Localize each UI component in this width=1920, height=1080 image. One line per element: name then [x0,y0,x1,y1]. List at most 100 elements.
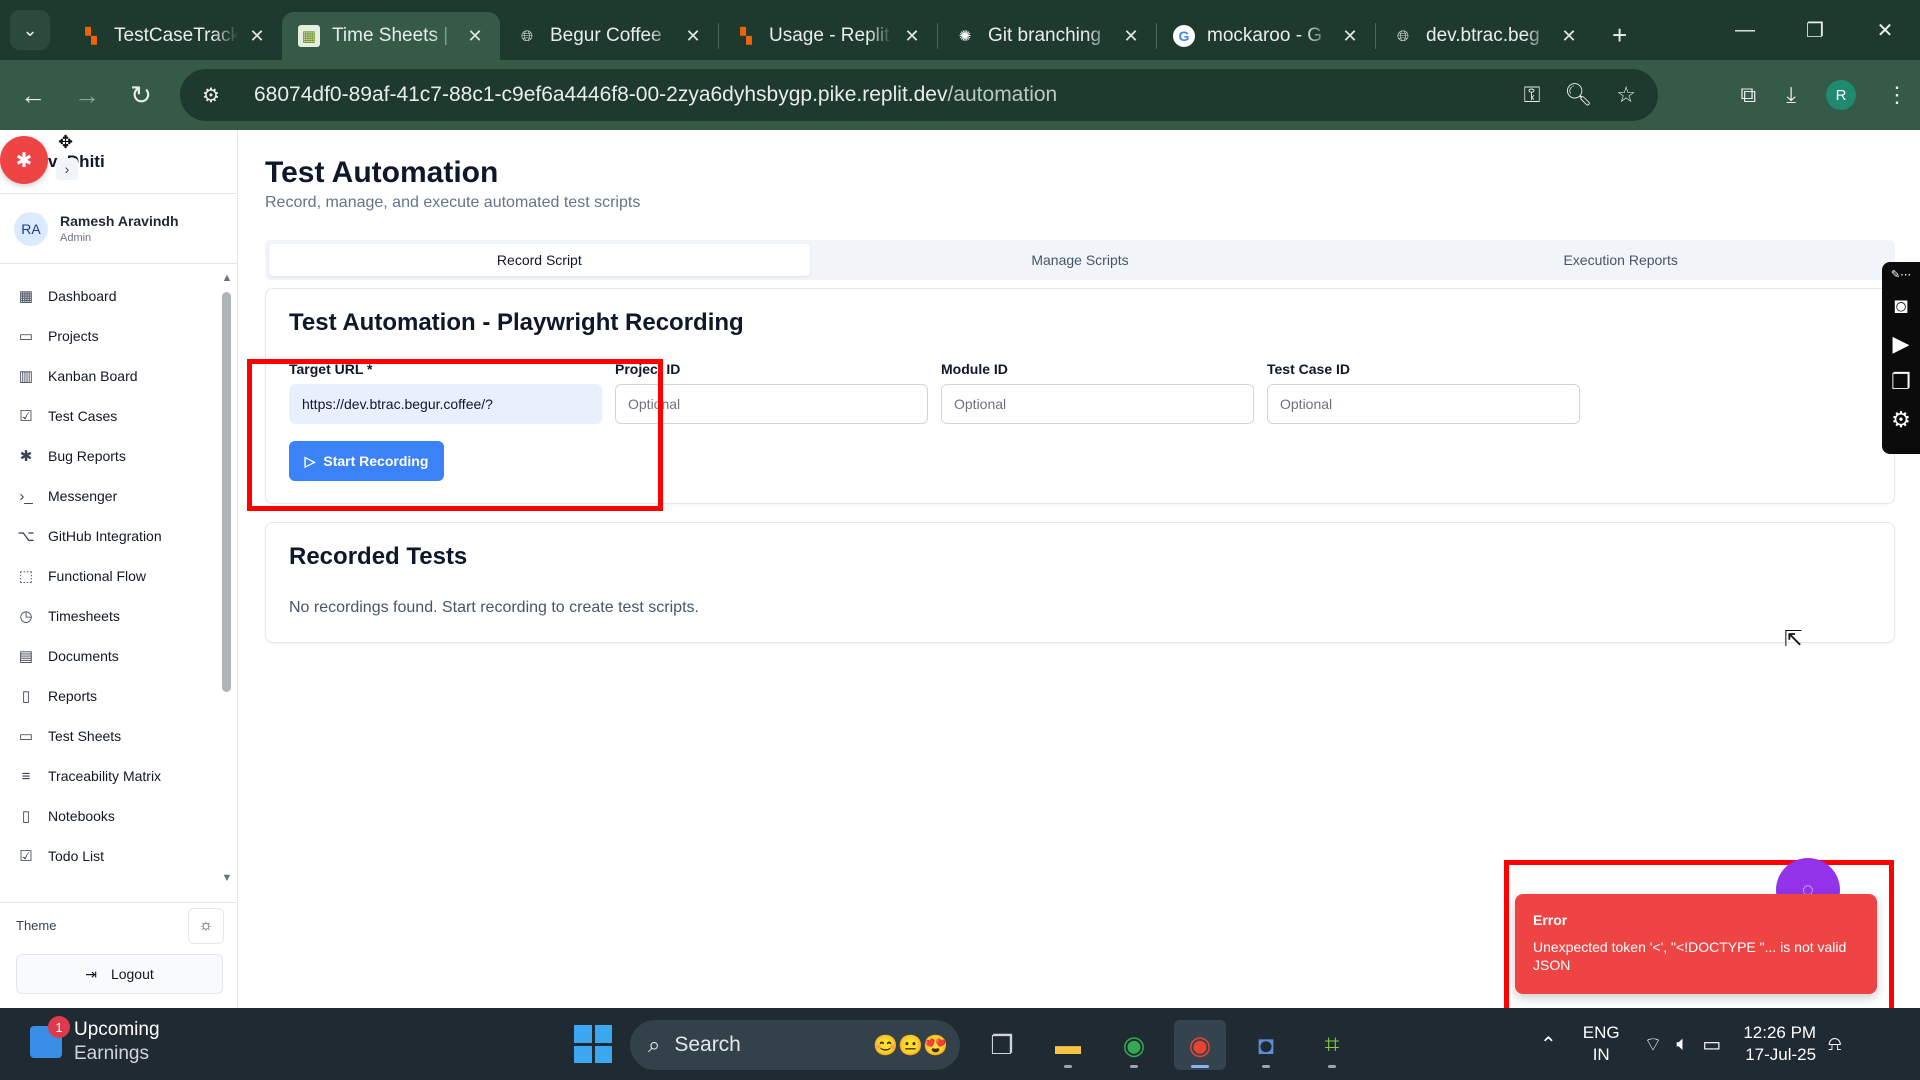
chevron-up-icon[interactable]: ⌃ [1540,1032,1557,1057]
password-key-icon[interactable]: ⚿ [1524,82,1541,108]
new-tab-icon[interactable]: + [1612,20,1627,51]
profile-avatar[interactable]: R [1826,80,1856,110]
sidebar-item-label: Messenger [48,488,118,504]
annotation-highlight-box [247,359,663,511]
browser-tab[interactable]: 🌐︎ dev.btrac.beg ✕ [1376,12,1594,60]
snipping-tool-icon[interactable]: ⌗ [1306,1020,1358,1070]
sidebar-item-label: Dashboard [48,288,117,304]
logout-button[interactable]: ⇥ Logout [16,954,223,994]
sidebar-item-test-sheets[interactable]: ▭ Test Sheets [0,716,220,756]
close-tab-icon[interactable]: ✕ [464,26,486,47]
file-explorer-icon[interactable]: ▬ [1042,1020,1094,1070]
user-profile[interactable]: RA Ramesh Aravindh Admin [0,194,237,264]
close-tab-icon[interactable]: ✕ [246,26,268,47]
stocks-icon: 1 [30,1016,70,1058]
clock[interactable]: 12:26 PM 17-Jul-25 [1743,1022,1816,1066]
chevron-right-icon[interactable]: › [56,158,78,180]
tab-manage-scripts[interactable]: Manage Scripts [810,244,1351,276]
taskbar-search[interactable]: ⌕ Search 😊😐😍 [630,1020,960,1070]
site-settings-icon[interactable]: ⚙︎ [202,83,236,108]
download-icon[interactable]: ⤓ [1786,82,1796,108]
close-tab-icon[interactable]: ✕ [901,26,923,47]
camera-icon[interactable]: ◙ [1894,293,1907,319]
sidebar-item-reports[interactable]: ▯ Reports [0,676,220,716]
sidebar-item-github-integration[interactable]: ⌥ GitHub Integration [0,516,220,556]
sidebar-item-test-cases[interactable]: ☑ Test Cases [0,396,220,436]
more-menu-icon[interactable]: ⋮ [1886,82,1908,108]
sidebar-item-kanban-board[interactable]: ▥ Kanban Board [0,356,220,396]
sidebar-item-bug-reports[interactable]: ✱ Bug Reports [0,436,220,476]
bookmark-star-icon[interactable]: ☆ [1616,82,1636,108]
scroll-down-icon[interactable]: ▼ [220,872,234,884]
address-bar[interactable]: ⚙︎ 68074df0-89af-41c7-88c1-c9ef6a4446f8-… [180,69,1658,121]
sun-icon[interactable]: ☼ [188,907,224,944]
browser-tab[interactable]: ✺ Git branching ✕ [938,12,1156,60]
bug-icon: ✱ [19,448,33,465]
sidebar-item-todo-list[interactable]: ☑ Todo List [0,836,220,872]
forward-icon[interactable]: → [60,68,114,122]
sidebar-scrollbar[interactable]: ▲ ▼ [220,272,234,884]
wifi-icon[interactable]: ⌔ [1644,1032,1663,1057]
toast-message: Unexpected token '<', "<!DOCTYPE "... is… [1533,939,1847,973]
sidebar-item-timesheets[interactable]: ◷ Timesheets [0,596,220,636]
flow-icon: ⬚ [18,568,34,585]
bug-reporter-icon[interactable]: ✱ [0,136,48,184]
browser-tab[interactable]: ▚ TestCaseTrack ✕ [64,12,282,60]
notifications-icon[interactable]: ⍾ [1828,1033,1841,1056]
tab-title: dev.btrac.beg [1426,25,1540,46]
openai-icon: ✺ [958,28,972,45]
weather-widget[interactable]: 1 Upcoming Earnings [30,1016,160,1066]
zoom-icon[interactable]: 🔍︎ [1564,82,1592,108]
browser-tab[interactable]: 🌐︎ Begur Coffee ✕ [500,12,718,60]
sidebar: vaDhiti ✱ ✥ › RA Ramesh Aravindh Admin ▦… [0,130,238,1008]
gear-icon[interactable]: ⚙ [1891,407,1911,433]
search-label: Search [674,1033,741,1056]
sidebar-item-projects[interactable]: ▭ Projects [0,316,220,356]
page-subtitle: Record, manage, and execute automated te… [265,194,641,211]
tab-execution-reports[interactable]: Execution Reports [1350,244,1891,276]
volume-icon[interactable]: 🔈︎ [1676,1033,1688,1056]
omnibox-actions: ⚿ 🔍︎ ☆ [1524,69,1636,121]
sidebar-item-functional-flow[interactable]: ⬚ Functional Flow [0,556,220,596]
back-icon[interactable]: ← [6,68,60,122]
windows-start-icon[interactable] [574,1025,612,1063]
browser-tab-active[interactable]: ▦ Time Sheets | ✕ [282,12,500,60]
battery-icon[interactable]: ▭ [1702,1032,1721,1057]
tab-record-script[interactable]: Record Script [269,244,810,276]
sidebar-item-traceability-matrix[interactable]: ≡ Traceability Matrix [0,756,220,796]
browser-tab[interactable]: G mockaroo - G ✕ [1157,12,1375,60]
sidebar-item-messenger[interactable]: ›_ Messenger [0,476,220,516]
chrome-profile-icon[interactable]: ◉ [1108,1020,1160,1070]
reload-icon[interactable]: ↻ [114,68,168,122]
video-icon[interactable]: ▶ [1893,331,1910,357]
browser-tab[interactable]: ▚ Usage - Replit ✕ [719,12,937,60]
close-window-icon[interactable]: ✕ [1850,0,1920,60]
avatar: RA [14,211,48,246]
close-tab-icon[interactable]: ✕ [682,26,704,47]
sidebar-item-documents[interactable]: ▤ Documents [0,636,220,676]
app-window-icon[interactable]: ◘ [1240,1020,1292,1070]
mouse-cursor-icon: ⇱ [1784,626,1803,651]
scroll-thumb[interactable] [222,292,231,692]
restore-icon[interactable]: ❐ [1780,0,1850,60]
window-icon[interactable]: ❐ [1891,369,1911,395]
pin-icon[interactable]: ✎⋯ [1891,268,1911,281]
lang-top: ENG [1582,1023,1620,1042]
extensions-icon[interactable]: ⧉ [1741,82,1757,108]
module-id-input[interactable] [941,384,1254,424]
sidebar-item-dashboard[interactable]: ▦ Dashboard [0,276,220,316]
move-icon[interactable]: ✥ [58,132,73,153]
scroll-up-icon[interactable]: ▲ [220,272,234,284]
error-toast: Error Unexpected token '<', "<!DOCTYPE "… [1515,894,1877,994]
sidebar-item-label: Reports [48,688,98,704]
minimize-icon[interactable]: — [1710,0,1780,60]
tab-search-button[interactable]: ⌄ [10,10,50,50]
chrome-active-icon[interactable]: ◉ [1174,1020,1226,1070]
close-tab-icon[interactable]: ✕ [1339,26,1361,47]
test-case-id-input[interactable] [1267,384,1580,424]
language-indicator[interactable]: ENG IN [1583,1022,1620,1066]
task-view-icon[interactable]: ❐ [976,1020,1028,1070]
close-tab-icon[interactable]: ✕ [1558,26,1580,47]
close-tab-icon[interactable]: ✕ [1120,26,1142,47]
sidebar-item-notebooks[interactable]: ▯ Notebooks [0,796,220,836]
